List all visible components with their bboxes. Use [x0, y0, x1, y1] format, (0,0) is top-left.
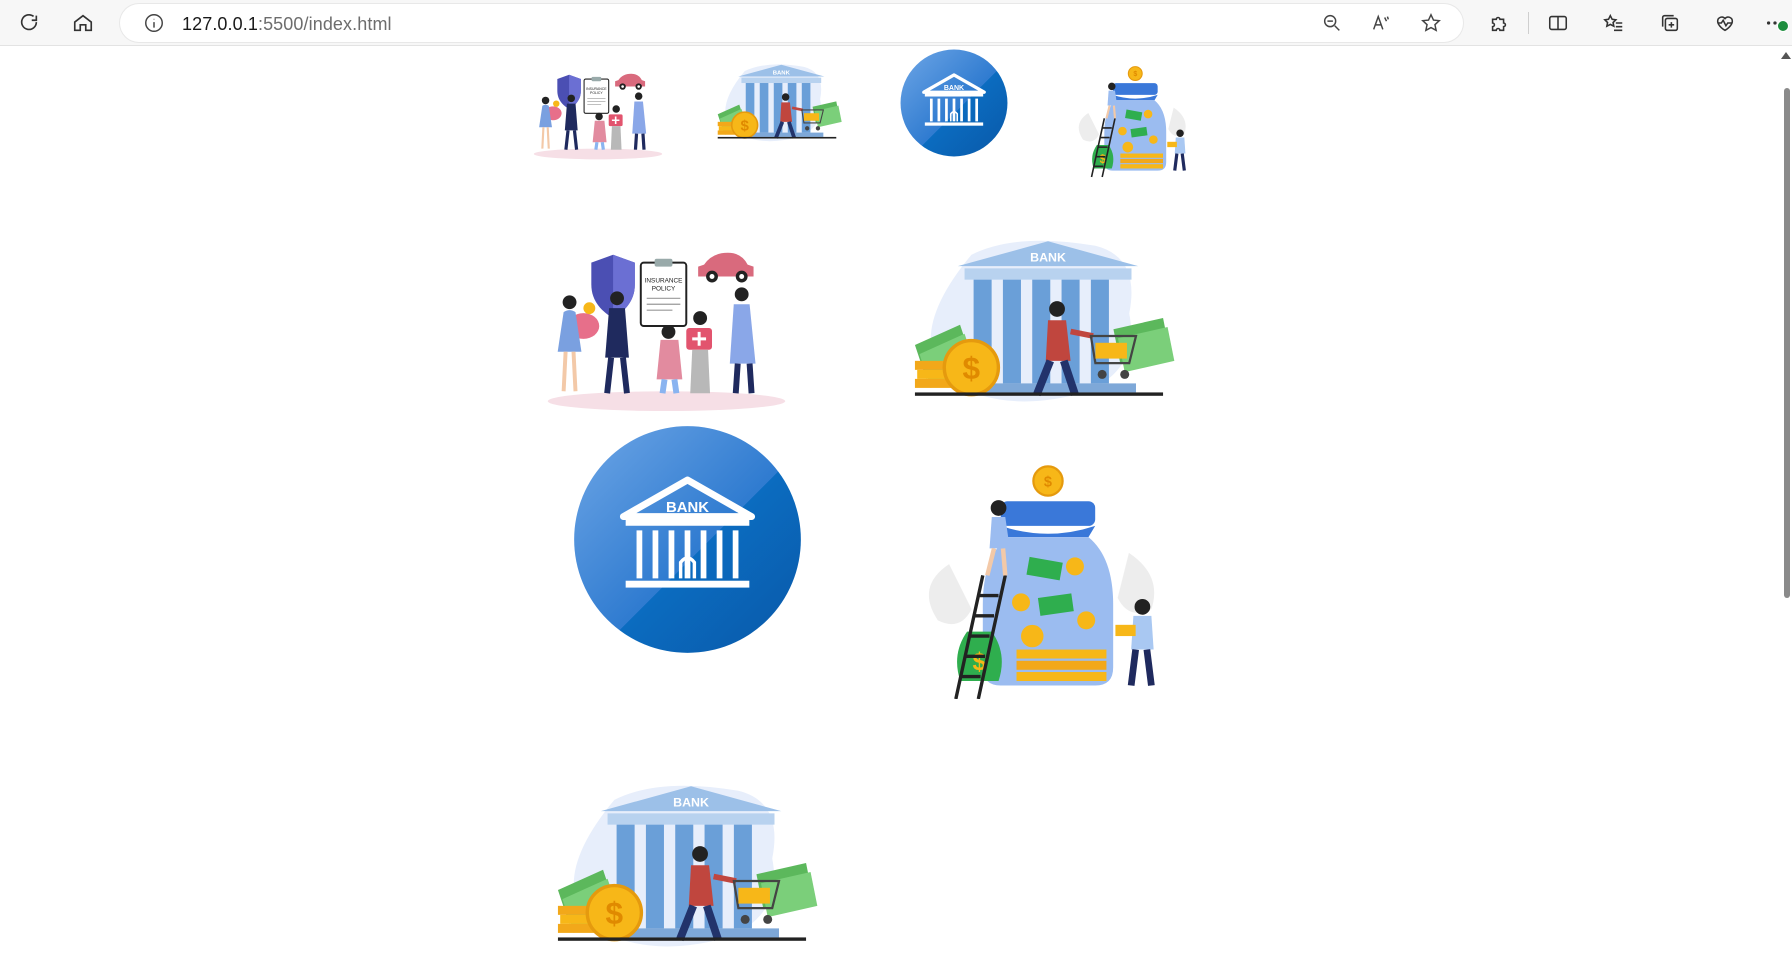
savings-jar-image — [900, 463, 1178, 699]
bank-building-image — [879, 221, 1199, 424]
star-icon[interactable] — [1414, 6, 1448, 40]
insurance-family-image — [521, 233, 812, 416]
site-info-icon[interactable] — [137, 6, 171, 40]
toolbar-divider — [1528, 12, 1529, 34]
read-aloud-icon[interactable] — [1364, 6, 1398, 40]
savings-jar-thumbnail — [1067, 64, 1195, 178]
bank-building-image-bottom — [522, 766, 842, 969]
scrollbar-thumb[interactable] — [1784, 88, 1790, 598]
scroll-up-arrow-icon[interactable] — [1781, 52, 1791, 59]
collections-icon[interactable] — [1653, 6, 1687, 40]
notification-badge — [1777, 20, 1789, 32]
bank-building-thumbnail — [703, 55, 851, 152]
bank-badge-image — [573, 425, 802, 654]
address-text[interactable]: 127.0.0.1:5500/index.html — [182, 14, 392, 35]
favorites-list-icon[interactable] — [1597, 6, 1631, 40]
zoom-out-icon[interactable] — [1315, 6, 1349, 40]
browser-toolbar: 127.0.0.1:5500/index.html — [0, 0, 1792, 46]
insurance-family-thumbnail — [524, 63, 672, 162]
puzzle-icon[interactable] — [1482, 6, 1516, 40]
browser-essentials-icon[interactable] — [1708, 6, 1742, 40]
home-icon[interactable] — [66, 6, 100, 40]
split-screen-icon[interactable] — [1541, 6, 1575, 40]
address-bar[interactable]: 127.0.0.1:5500/index.html — [120, 4, 1463, 42]
reload-icon[interactable] — [12, 6, 46, 40]
bank-badge-thumbnail — [900, 49, 1008, 157]
page-content — [0, 47, 1792, 938]
